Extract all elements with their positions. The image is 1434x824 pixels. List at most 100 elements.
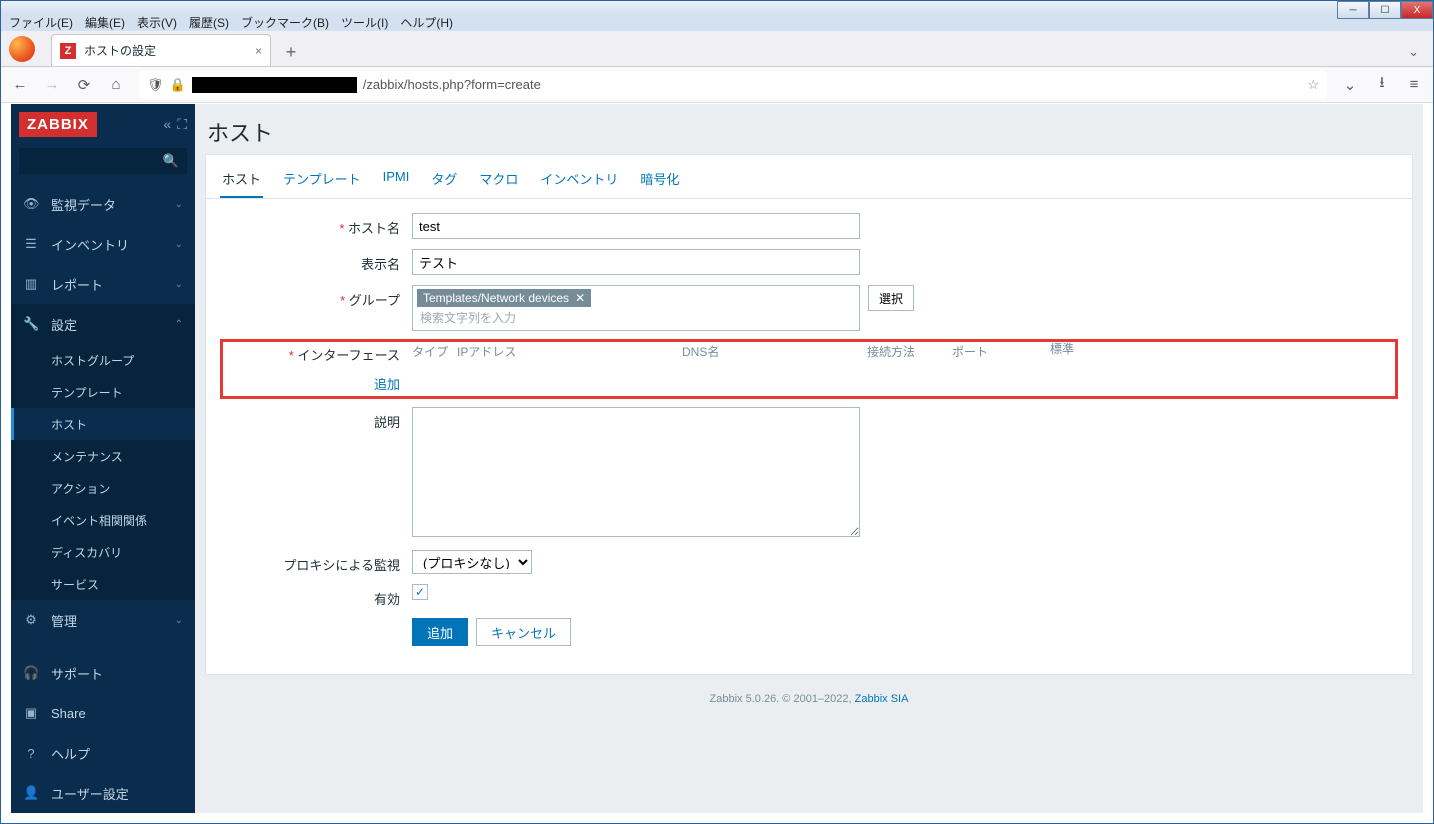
tab-templates[interactable]: テンプレート [281, 163, 363, 198]
tab-inventory[interactable]: インベントリ [538, 163, 620, 198]
tabs-dropdown-icon[interactable]: ⌄ [1408, 44, 1419, 60]
user-icon: 👤 [23, 785, 39, 801]
subnav-templates[interactable]: テンプレート [11, 376, 195, 408]
menu-help[interactable]: ヘルプ(H) [400, 14, 453, 31]
nav-user[interactable]: 👤 ユーザー設定 [11, 773, 195, 813]
visiblename-input[interactable] [412, 249, 860, 275]
page-title: ホスト [195, 104, 1423, 154]
footer-link[interactable]: Zabbix SIA [855, 693, 909, 705]
submit-button[interactable]: 追加 [412, 618, 468, 646]
nav-config[interactable]: 🔧 設定 ⌃ [11, 304, 195, 344]
label-interfaces: インターフェース 追加 [222, 343, 412, 393]
shield-icon: 🛡 [147, 77, 164, 93]
tab-encryption[interactable]: 暗号化 [638, 163, 681, 198]
subnav-hosts[interactable]: ホスト [11, 408, 195, 440]
nav-admin[interactable]: ⚙ 管理 ⌄ [11, 600, 195, 640]
tab-ipmi[interactable]: IPMI [381, 163, 412, 198]
sidebar-expand-icon[interactable]: ⛶ [177, 116, 187, 133]
tab-host[interactable]: ホスト [220, 163, 263, 198]
description-input[interactable] [412, 407, 860, 537]
nav-monitoring[interactable]: 👁 監視データ ⌄ [11, 184, 195, 224]
zabbix-logo[interactable]: ZABBIX [19, 112, 97, 137]
enabled-checkbox[interactable]: ✓ [412, 584, 428, 600]
iface-header-conn: 接続方法 [867, 343, 952, 360]
chevron-down-icon: ⌄ [175, 615, 183, 626]
label-proxy: プロキシによる監視 [222, 550, 412, 574]
subnav-maintenance[interactable]: メンテナンス [11, 440, 195, 472]
menu-edit[interactable]: 編集(E) [85, 14, 125, 31]
nav-inventory[interactable]: ☰ インベントリ ⌄ [11, 224, 195, 264]
footer-text: Zabbix 5.0.26. © 2001–2022, [710, 693, 855, 705]
sidebar-search[interactable]: 🔍 [19, 148, 187, 174]
menu-tools[interactable]: ツール(I) [341, 14, 388, 31]
subnav-actions[interactable]: アクション [11, 472, 195, 504]
sidebar-collapse-icon[interactable]: « [163, 116, 171, 132]
nav-help-label: ヘルプ [51, 744, 90, 763]
bookmark-star-icon[interactable]: ☆ [1307, 77, 1319, 93]
subnav-discovery[interactable]: ディスカバリ [11, 536, 195, 568]
headset-icon: 🎧 [23, 665, 39, 681]
cancel-button[interactable]: キャンセル [476, 618, 571, 646]
groups-multiselect[interactable]: Templates/Network devices ✕ 検索文字列を入力 [412, 285, 860, 331]
remove-tag-icon[interactable]: ✕ [575, 291, 585, 305]
nav-share-label: Share [51, 706, 86, 721]
chevron-down-icon: ⌄ [175, 239, 183, 250]
nav-help[interactable]: ? ヘルプ [11, 733, 195, 773]
iface-header-port: ポート [952, 343, 1047, 360]
nav-user-label: ユーザー設定 [51, 784, 129, 803]
add-interface-link[interactable]: 追加 [374, 370, 400, 393]
url-path: /zabbix/hosts.php?form=create [363, 77, 541, 92]
browser-tab[interactable]: Z ホストの設定 × [51, 34, 271, 66]
url-bar[interactable]: 🛡 🔒 /zabbix/hosts.php?form=create ☆ [139, 71, 1327, 99]
nav-share[interactable]: ▣ Share [11, 693, 195, 733]
list-icon: ☰ [23, 236, 39, 252]
download-icon[interactable]: ⭳ [1373, 72, 1391, 97]
share-icon: ▣ [23, 705, 39, 721]
group-select-button[interactable]: 選択 [868, 285, 914, 311]
nav-admin-label: 管理 [51, 611, 77, 630]
tab-close-icon[interactable]: × [255, 44, 262, 58]
group-tag: Templates/Network devices ✕ [417, 289, 591, 307]
chart-icon: ▥ [23, 276, 39, 292]
eye-icon: 👁 [23, 196, 39, 212]
window-maximize[interactable]: ☐ [1369, 1, 1401, 19]
nav-home-icon[interactable]: ⌂ [107, 76, 125, 93]
hostname-input[interactable] [412, 213, 860, 239]
label-groups: グループ [222, 285, 412, 309]
window-close[interactable]: X [1401, 1, 1433, 19]
zabbix-favicon: Z [60, 43, 76, 59]
tab-macros[interactable]: マクロ [477, 163, 520, 198]
lock-crossed-icon: 🔒 [170, 77, 186, 93]
window-minimize[interactable]: ─ [1337, 1, 1369, 19]
subnav-services[interactable]: サービス [11, 568, 195, 600]
nav-reports[interactable]: ▥ レポート ⌄ [11, 264, 195, 304]
groups-placeholder: 検索文字列を入力 [417, 307, 855, 328]
nav-monitoring-label: 監視データ [51, 195, 116, 214]
proxy-select[interactable]: (プロキシなし) [412, 550, 532, 574]
nav-reload-icon[interactable]: ⟳ [75, 76, 93, 94]
url-host-redacted [192, 77, 357, 93]
tab-title: ホストの設定 [84, 42, 156, 59]
menu-view[interactable]: 表示(V) [137, 14, 177, 31]
nav-forward-icon[interactable]: → [43, 76, 61, 93]
menu-history[interactable]: 履歴(S) [189, 14, 229, 31]
new-tab-button[interactable]: + [277, 38, 305, 66]
os-menubar: ファイル(E) 編集(E) 表示(V) 履歴(S) ブックマーク(B) ツール(… [1, 13, 1433, 31]
tab-tags[interactable]: タグ [429, 163, 459, 198]
app-menu-icon[interactable]: ≡ [1405, 76, 1423, 93]
nav-back-icon[interactable]: ← [11, 76, 29, 93]
pocket-icon[interactable]: ⌄ [1341, 76, 1359, 94]
subnav-hostgroups[interactable]: ホストグループ [11, 344, 195, 376]
chevron-up-icon: ⌃ [175, 319, 183, 330]
iface-header-dns: DNS名 [682, 343, 867, 360]
nav-support[interactable]: 🎧 サポート [11, 653, 195, 693]
nav-config-label: 設定 [51, 315, 77, 334]
iface-header-type: タイプ [412, 343, 457, 360]
menu-bookmarks[interactable]: ブックマーク(B) [241, 14, 329, 31]
iface-header-default: 標準 [1047, 343, 1077, 360]
subnav-correlation[interactable]: イベント相関関係 [11, 504, 195, 536]
label-enabled: 有効 [222, 584, 412, 608]
chevron-down-icon: ⌄ [175, 199, 183, 210]
menu-file[interactable]: ファイル(E) [9, 14, 73, 31]
question-icon: ? [23, 746, 39, 761]
